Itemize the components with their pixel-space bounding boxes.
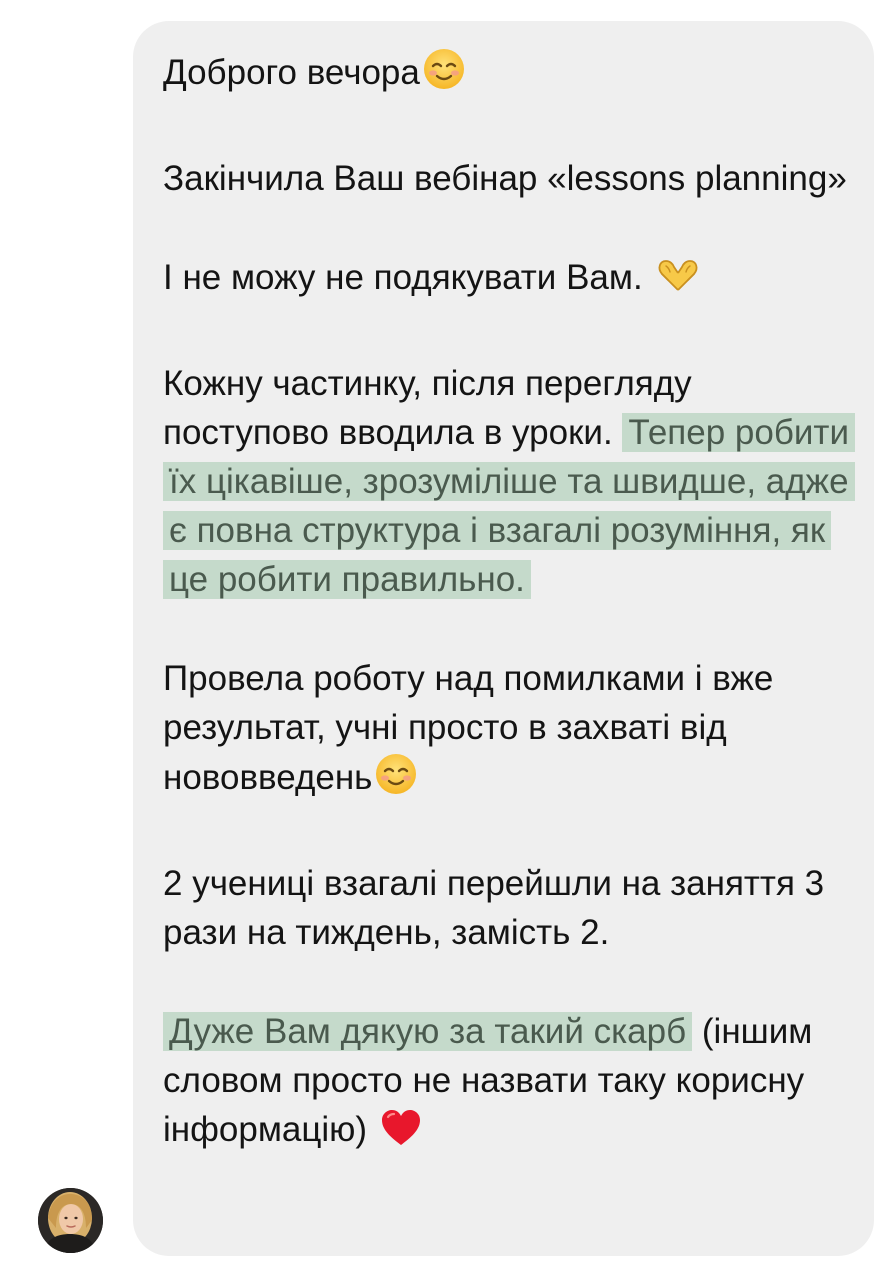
- smiling-face-icon: [422, 47, 466, 104]
- message-paragraph-progress: Кожну частинку, після перегляду поступов…: [163, 359, 856, 604]
- greeting-text: Доброго вечора: [163, 53, 420, 92]
- avatar-image: [38, 1188, 103, 1253]
- message-paragraph-webinar: Закінчила Ваш вебінар «lessons planning»: [163, 154, 854, 203]
- webinar-text: Закінчила Ваш вебінар «lessons planning»: [163, 159, 847, 198]
- students-text: 2 учениці взагалі перейшли на заняття 3 …: [163, 864, 825, 952]
- progress-text: Кожну частинку, після перегляду поступов…: [163, 364, 692, 452]
- closing-highlight: Дуже Вам дякую за такий скарб: [163, 1012, 693, 1051]
- results-text: Провела роботу над помилками і вже резул…: [163, 659, 774, 797]
- sender-avatar[interactable]: [38, 1188, 103, 1253]
- thanks-text: І не можу не подякувати Вам.: [163, 258, 643, 297]
- message-paragraph-results: Провела роботу над помилками і вже резул…: [163, 654, 854, 809]
- red-heart-icon: [379, 1108, 423, 1161]
- message-paragraph-greeting: Доброго вечора: [163, 47, 854, 104]
- message-paragraph-closing: Дуже Вам дякую за такий скарб (іншим сло…: [163, 1007, 854, 1161]
- smiling-face-icon: [374, 752, 418, 809]
- message-paragraph-students: 2 учениці взагалі перейшли на заняття 3 …: [163, 859, 854, 957]
- message-bubble[interactable]: Доброго вечора Закінчила Ваш вебінар «le…: [133, 21, 874, 1256]
- message-paragraph-thanks: І не можу не подякувати Вам.: [163, 253, 854, 309]
- heart-hands-icon: [654, 256, 702, 309]
